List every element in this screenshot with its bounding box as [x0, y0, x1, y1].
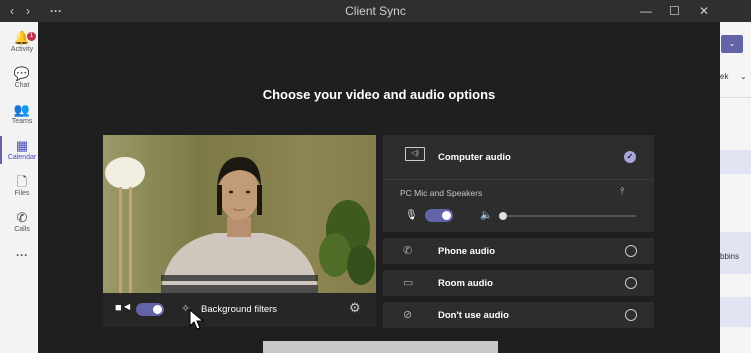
camera-toggle[interactable] [136, 303, 164, 316]
sidebar-item-label: Calendar [7, 154, 37, 161]
divider [383, 179, 654, 180]
microphone-toggle[interactable] [425, 209, 453, 222]
computer-audio-option[interactable]: ◁) Computer audio ✓ [383, 135, 654, 179]
chevron-down-icon: ⌄ [740, 72, 747, 81]
chevron-down-icon[interactable]: ⌄ [721, 35, 743, 53]
no-audio-icon: ⊘ [403, 309, 413, 321]
background-filters-button[interactable]: Background filters [201, 304, 277, 315]
speaker-volume-thumb[interactable] [499, 212, 507, 220]
sidebar-item-label: Chat [14, 82, 30, 89]
sidebar-item-label: Calls [14, 226, 30, 233]
camera-preview-image [103, 135, 376, 293]
dialog-title: Choose your video and audio options [262, 87, 496, 102]
meeting-block[interactable]: bbins [720, 232, 751, 274]
mouse-cursor-icon [189, 309, 205, 330]
speaker-icon: 🔈 [480, 210, 493, 221]
meeting-title: bbins [720, 252, 740, 261]
phone-audio-radio[interactable] [625, 245, 637, 257]
more-options-button[interactable]: ··· [50, 0, 62, 22]
microphone-icon: 🎙 [405, 210, 418, 221]
no-audio-option[interactable]: ⊘ Don't use audio [383, 302, 654, 328]
sidebar-item-label: Files [14, 190, 30, 197]
title-bar: ‹ › ··· Client Sync — ☐ ✕ [0, 0, 751, 22]
phone-audio-option[interactable]: ✆ Phone audio [383, 238, 654, 264]
divider [720, 97, 751, 98]
room-audio-radio[interactable] [625, 277, 637, 289]
selected-check-icon: ✓ [624, 151, 636, 163]
prejoin-dialog: Choose your video and audio options ■ ◀ … [38, 22, 720, 353]
video-controls: ■ ◀ ✧ Background filters ⚙ [103, 293, 376, 330]
speaker-volume-track[interactable] [503, 215, 636, 217]
video-preview [103, 135, 376, 293]
room-audio-label: Room audio [438, 278, 493, 289]
close-button[interactable]: ✕ [699, 0, 709, 22]
camera-icon: ■ [115, 302, 122, 314]
no-audio-radio[interactable] [625, 309, 637, 321]
audio-settings-icon[interactable]: ⫯ [620, 186, 624, 197]
sidebar-item-label: Teams [11, 118, 33, 125]
minimize-button[interactable]: — [640, 0, 652, 22]
phone-icon: ✆ [403, 245, 413, 257]
computer-audio-panel: ◁) Computer audio ✓ PC Mic and Speakers … [383, 135, 654, 232]
meeting-block[interactable] [720, 297, 751, 327]
background-calendar-pane: ⌄ ek ⌄ bbins [720, 22, 751, 353]
camera-lens-icon: ◀ [124, 302, 131, 311]
computer-audio-label: Computer audio [438, 152, 511, 163]
room-audio-option[interactable]: ▭ Room audio [383, 270, 654, 296]
bottom-panel-partial [263, 341, 498, 353]
room-icon: ▭ [403, 277, 414, 289]
meeting-block[interactable] [720, 150, 751, 174]
computer-audio-icon: ◁) [405, 147, 425, 161]
sidebar-item-label: Activity [10, 46, 34, 53]
back-button[interactable]: ‹ [10, 0, 14, 22]
no-audio-label: Don't use audio [438, 310, 509, 321]
device-label: PC Mic and Speakers [400, 188, 483, 198]
forward-button[interactable]: › [26, 0, 30, 22]
view-dropdown[interactable]: ek [720, 72, 728, 81]
activity-badge: 1 [27, 32, 36, 41]
window-title: Client Sync [345, 4, 406, 18]
device-settings-icon[interactable]: ⚙ [349, 300, 361, 316]
phone-audio-label: Phone audio [438, 246, 495, 257]
maximize-button[interactable]: ☐ [669, 0, 680, 22]
